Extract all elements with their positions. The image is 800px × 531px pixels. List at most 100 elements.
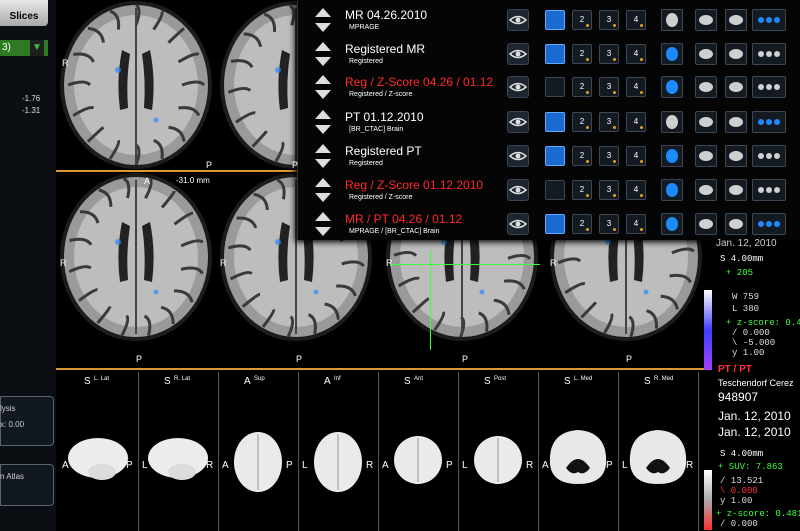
axial-slice[interactable] [56, 0, 216, 170]
layout-3-button[interactable]: 3 [599, 112, 619, 132]
layout-2-button[interactable]: 2 [572, 44, 592, 64]
chevron-down-icon[interactable]: ▼ [30, 40, 44, 56]
blend-dots-icon[interactable] [752, 9, 786, 31]
series-title: Reg / Z-Score 01.12.2010 [345, 178, 484, 192]
brain-side-icon[interactable] [695, 213, 717, 235]
reorder-arrows-icon[interactable] [311, 176, 335, 204]
surface-view[interactable]: L. Lat S A P [58, 372, 139, 531]
brain-view-icon[interactable] [661, 213, 683, 235]
brain-side-icon[interactable] [695, 179, 717, 201]
layout-2-button[interactable]: 2 [572, 77, 592, 97]
surface-view[interactable]: L. Med S A P [538, 372, 619, 531]
layout-3-button[interactable]: 3 [599, 146, 619, 166]
surface-view[interactable]: Sup A A P [218, 372, 299, 531]
series-row[interactable]: MR / PT 04.26 / 01.12 MPRAGE / [BR_CTAC] … [297, 208, 800, 242]
layout-1-button[interactable] [545, 214, 565, 234]
slices-button[interactable]: Slices [0, 0, 48, 26]
axial-slice[interactable] [56, 172, 216, 342]
blend-dots-icon[interactable] [752, 213, 786, 235]
layout-1-button[interactable] [545, 112, 565, 132]
brain-view-icon[interactable] [661, 145, 683, 167]
layout-button-label: 2 [579, 49, 585, 58]
brain-gear-icon[interactable] [725, 9, 747, 31]
layout-1-button[interactable] [545, 44, 565, 64]
layout-4-button[interactable]: 4 [626, 44, 646, 64]
analysis-label: lysis [0, 404, 16, 413]
layout-1-button[interactable] [545, 77, 565, 97]
reorder-arrows-icon[interactable] [311, 210, 335, 238]
surface-view[interactable]: Inf A L R [298, 372, 379, 531]
indicator-dot [613, 91, 616, 94]
layout-3-button[interactable]: 3 [599, 10, 619, 30]
crosshair-v [430, 250, 431, 350]
brain-side-icon[interactable] [695, 76, 717, 98]
reorder-arrows-icon[interactable] [311, 142, 335, 170]
layout-2-button[interactable]: 2 [572, 112, 592, 132]
eye-icon[interactable] [507, 145, 529, 167]
surface-view[interactable]: R. Med S L R [618, 372, 699, 531]
eye-icon[interactable] [507, 111, 529, 133]
blend-dots-icon[interactable] [752, 76, 786, 98]
brain-view-icon[interactable] [661, 9, 683, 31]
eye-icon[interactable] [507, 179, 529, 201]
brain-gear-icon[interactable] [725, 76, 747, 98]
brain-gear-icon[interactable] [725, 111, 747, 133]
layout-3-button[interactable]: 3 [599, 77, 619, 97]
layout-button-label: 3 [606, 82, 612, 91]
brain-side-icon[interactable] [695, 111, 717, 133]
layout-1-button[interactable] [545, 146, 565, 166]
layout-4-button[interactable]: 4 [626, 112, 646, 132]
brain-view-icon[interactable] [661, 111, 683, 133]
series-title: PT 01.12.2010 [345, 110, 424, 124]
eye-icon[interactable] [507, 76, 529, 98]
layout-button-label: 2 [579, 219, 585, 228]
eye-icon[interactable] [507, 9, 529, 31]
blend-dots-icon[interactable] [752, 145, 786, 167]
series-row[interactable]: Registered MR Registered 2 3 4 [297, 38, 800, 72]
layout-1-button[interactable] [545, 10, 565, 30]
series-row[interactable]: MR 04.26.2010 MPRAGE 2 3 4 [297, 4, 800, 38]
layout-4-button[interactable]: 4 [626, 146, 646, 166]
series-row[interactable]: Registered PT Registered 2 3 4 [297, 140, 800, 174]
layout-2-button[interactable]: 2 [572, 146, 592, 166]
surface-view[interactable]: Ant S A P [378, 372, 459, 531]
level-value: L 380 [732, 304, 760, 314]
layout-4-button[interactable]: 4 [626, 77, 646, 97]
layout-4-button[interactable]: 4 [626, 214, 646, 234]
brain-side-icon[interactable] [695, 43, 717, 65]
orientation-label: P [296, 354, 303, 364]
atlas-box[interactable] [0, 464, 54, 506]
series-row[interactable]: PT 01.12.2010 [BR_CTAC] Brain 2 3 4 [297, 106, 800, 140]
reorder-arrows-icon[interactable] [311, 40, 335, 68]
brain-gear-icon[interactable] [725, 43, 747, 65]
layout-4-button[interactable]: 4 [626, 10, 646, 30]
layout-1-button[interactable] [545, 180, 565, 200]
layout-4-button[interactable]: 4 [626, 180, 646, 200]
brain-side-icon[interactable] [695, 9, 717, 31]
surface-view[interactable]: Post S L R [458, 372, 539, 531]
layout-2-button[interactable]: 2 [572, 214, 592, 234]
blend-dots-icon[interactable] [752, 111, 786, 133]
series-row[interactable]: Reg / Z-Score 01.12.2010 Registered / Z-s… [297, 174, 800, 208]
reorder-arrows-icon[interactable] [311, 108, 335, 136]
eye-icon[interactable] [507, 43, 529, 65]
brain-gear-icon[interactable] [725, 179, 747, 201]
layout-3-button[interactable]: 3 [599, 44, 619, 64]
surface-view[interactable]: R. Lat S L R [138, 372, 219, 531]
layout-3-button[interactable]: 3 [599, 180, 619, 200]
brain-gear-icon[interactable] [725, 145, 747, 167]
layout-3-button[interactable]: 3 [599, 214, 619, 234]
series-row[interactable]: Reg / Z-Score 04.26 / 01.12 Registered / … [297, 71, 800, 105]
brain-view-icon[interactable] [661, 179, 683, 201]
brain-side-icon[interactable] [695, 145, 717, 167]
layout-2-button[interactable]: 2 [572, 180, 592, 200]
eye-icon[interactable] [507, 213, 529, 235]
brain-gear-icon[interactable] [725, 213, 747, 235]
reorder-arrows-icon[interactable] [311, 6, 335, 34]
layout-2-button[interactable]: 2 [572, 10, 592, 30]
blend-dots-icon[interactable] [752, 43, 786, 65]
reorder-arrows-icon[interactable] [311, 73, 335, 101]
brain-view-icon[interactable] [661, 43, 683, 65]
brain-view-icon[interactable] [661, 76, 683, 98]
blend-dots-icon[interactable] [752, 179, 786, 201]
